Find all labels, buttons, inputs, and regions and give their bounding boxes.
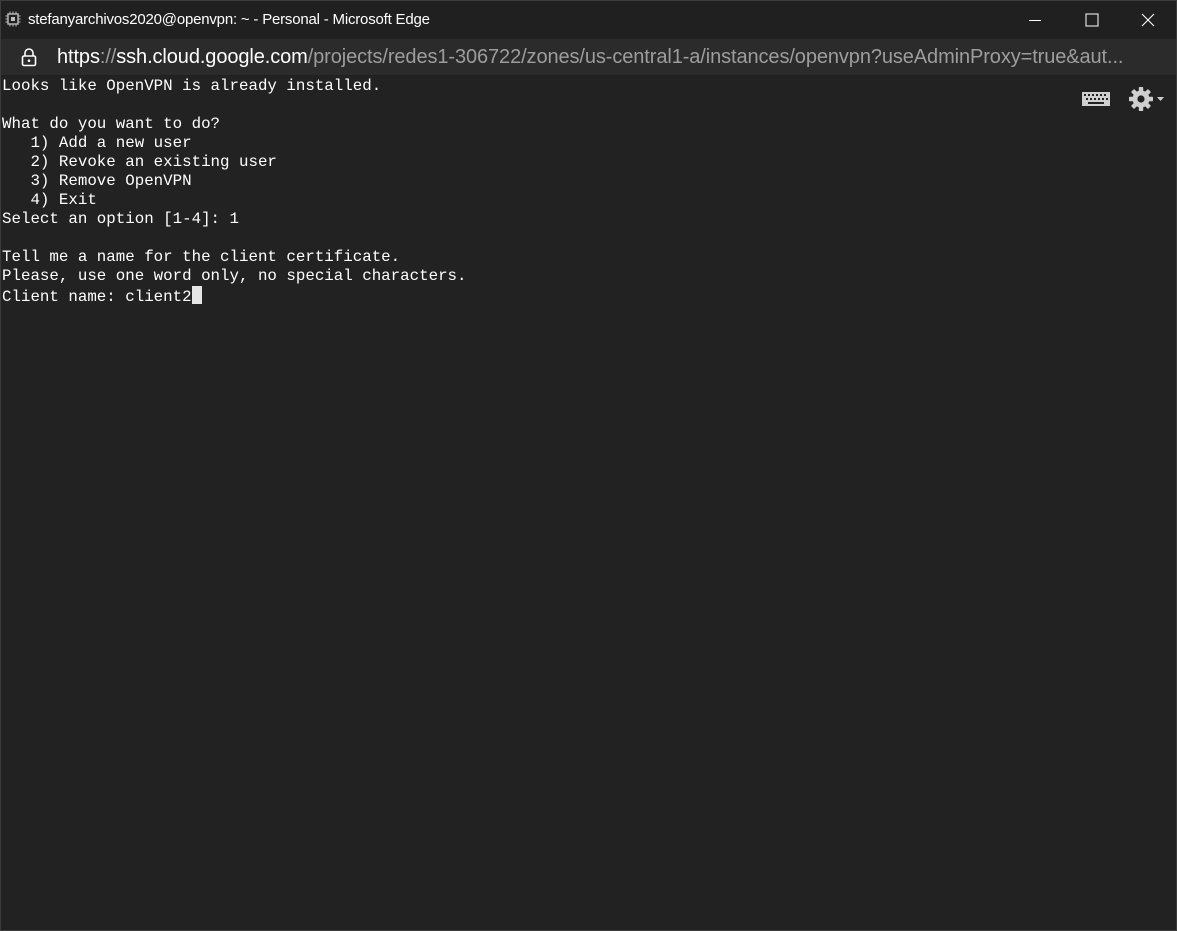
- url-path: /projects/redes1-306722/zones/us-central…: [307, 46, 1124, 68]
- terminal-line: 1) Add a new user: [2, 134, 192, 152]
- minimize-icon: [1028, 20, 1041, 21]
- maximize-button[interactable]: [1063, 1, 1120, 39]
- gear-icon: [1129, 87, 1164, 111]
- terminal-area[interactable]: Looks like OpenVPN is already installed.…: [1, 76, 1176, 930]
- keyboard-button[interactable]: [1081, 88, 1113, 110]
- app-chip-icon: [5, 11, 21, 27]
- chevron-down-icon: [1157, 97, 1164, 101]
- settings-button[interactable]: [1128, 85, 1166, 113]
- terminal-line: What do you want to do?: [2, 115, 221, 133]
- minimize-button[interactable]: [1006, 1, 1063, 39]
- address-bar[interactable]: https://ssh.cloud.google.com/projects/re…: [1, 39, 1176, 75]
- terminal-line: Looks like OpenVPN is already installed.: [2, 77, 382, 95]
- url-host: ssh.cloud.google.com: [116, 46, 308, 68]
- url-scheme: https: [57, 46, 100, 68]
- terminal-output: Looks like OpenVPN is already installed.…: [2, 77, 467, 306]
- terminal-cursor: [191, 286, 202, 304]
- url-separator: ://: [99, 46, 117, 68]
- terminal-line: Tell me a name for the client certificat…: [2, 248, 401, 266]
- terminal-prompt-line[interactable]: Client name: client2: [2, 286, 467, 306]
- terminal-line: 2) Revoke an existing user: [2, 153, 277, 171]
- terminal-line: 4) Exit: [2, 191, 97, 209]
- browser-window: stefanyarchivos2020@openvpn: ~ - Persona…: [0, 0, 1177, 931]
- terminal-line: 3) Remove OpenVPN: [2, 172, 192, 190]
- terminal-line: Select an option [1-4]: 1: [2, 210, 239, 228]
- terminal-prompt-text: Client name: client2: [2, 288, 192, 306]
- url-text[interactable]: https://ssh.cloud.google.com/projects/re…: [57, 46, 1157, 69]
- lock-icon[interactable]: [20, 47, 38, 67]
- close-button[interactable]: [1119, 1, 1176, 39]
- window-title: stefanyarchivos2020@openvpn: ~ - Persona…: [28, 11, 430, 28]
- keyboard-icon: [1082, 92, 1110, 106]
- maximize-icon: [1085, 13, 1098, 27]
- close-icon: [1141, 13, 1154, 27]
- terminal-line: Please, use one word only, no special ch…: [2, 267, 467, 285]
- title-bar: stefanyarchivos2020@openvpn: ~ - Persona…: [1, 1, 1176, 39]
